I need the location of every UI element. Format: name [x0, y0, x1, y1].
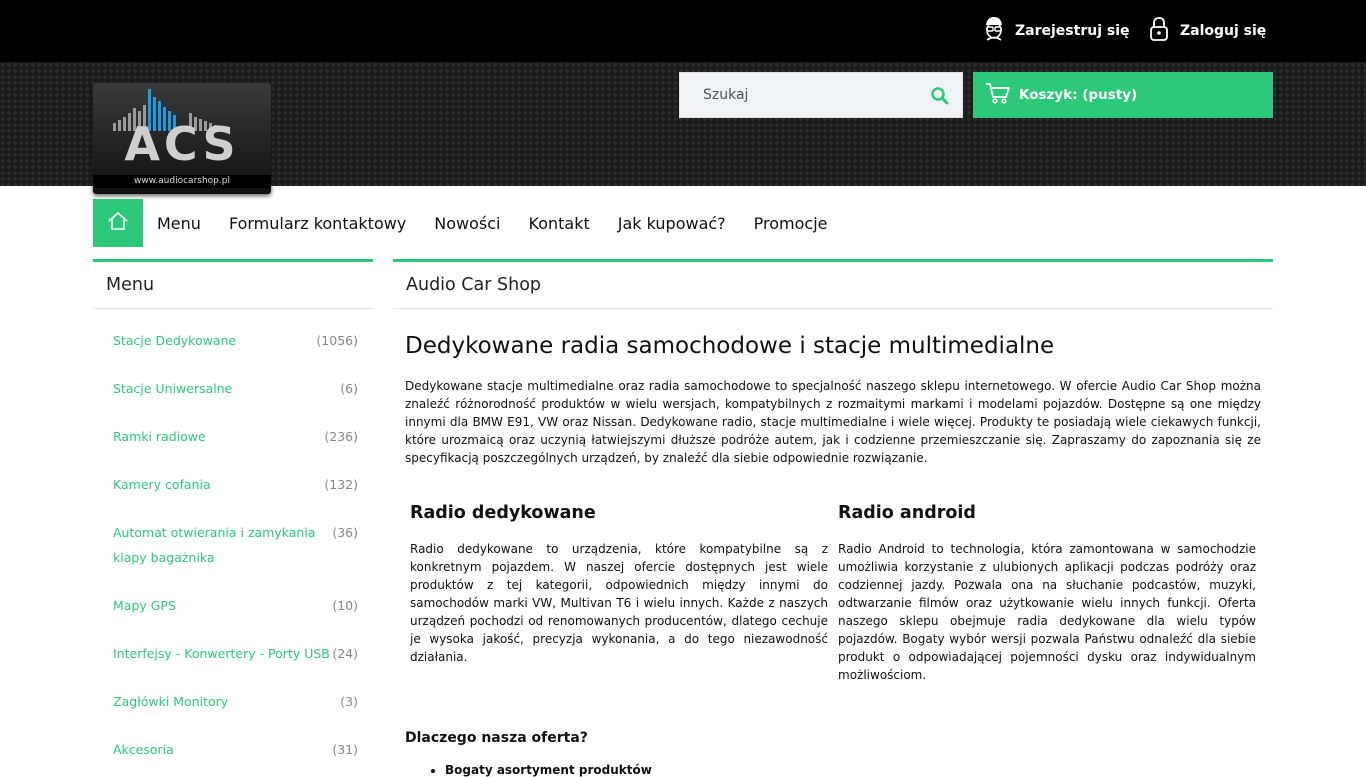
bullet-item: Bogaty asortyment produktów [445, 763, 1261, 777]
cart-icon [973, 81, 1019, 109]
lock-icon [1148, 16, 1180, 46]
category-count: (236) [324, 429, 358, 444]
category-item[interactable]: Zagłówki Monitory (3) [93, 678, 373, 726]
category-name: Stacje Dedykowane [113, 333, 237, 348]
search-icon[interactable] [930, 86, 950, 106]
nav-item-menu[interactable]: Menu [157, 214, 201, 233]
cart-label: Koszyk: (pusty) [1019, 87, 1138, 103]
feature-column-android: Radio android Radio Android to technolog… [833, 501, 1261, 684]
login-link[interactable]: Zaloguj się [1148, 17, 1266, 45]
why-heading: Dlaczego nasza oferta? [405, 730, 588, 746]
feature-title: Radio dedykowane [410, 503, 596, 523]
category-name: Zagłówki Monitory [113, 694, 229, 709]
nav-item-contact[interactable]: Kontakt [529, 214, 590, 233]
feature-text: Radio dedykowane to urządzenia, które ko… [410, 542, 828, 664]
logo[interactable]: ACS www.audiocarshop.pl [93, 83, 271, 194]
category-count: (36) [332, 525, 358, 540]
logo-url: www.audiocarshop.pl [93, 175, 271, 188]
feature-columns: Radio dedykowane Radio dedykowane to urz… [405, 501, 1261, 684]
main-content: Audio Car Shop Dedykowane radia samochod… [393, 259, 1273, 777]
feature-column-dedicated: Radio dedykowane Radio dedykowane to urz… [405, 501, 833, 684]
logo-text: ACS [124, 117, 240, 171]
nav-item-news[interactable]: Nowości [434, 214, 500, 233]
article: Dedykowane radia samochodowe i stacje mu… [393, 309, 1273, 777]
category-item[interactable]: Kamery cofania (132) [93, 461, 373, 509]
category-item[interactable]: Mapy GPS (10) [93, 582, 373, 630]
page-title: Dedykowane radia samochodowe i stacje mu… [405, 333, 1055, 359]
category-item[interactable]: Interfejsy - Konwertery - Porty USB (24) [93, 630, 373, 678]
sidebar-title: Menu [93, 259, 373, 309]
category-list: Stacje Dedykowane (1056) Stacje Uniwersal… [93, 309, 373, 774]
sidebar: Menu Stacje Dedykowane (1056) Stacje Uniw… [93, 259, 373, 774]
search-input[interactable] [680, 73, 920, 117]
category-item[interactable]: Automat otwierania i zamykania klapy bag… [93, 509, 373, 582]
category-name: Automat otwierania i zamykania klapy bag… [113, 525, 316, 565]
category-name: Ramki radiowe [113, 429, 206, 444]
intro-text: Dedykowane stacje multimedialne oraz rad… [405, 379, 1261, 465]
nav-item-how-to-buy[interactable]: Jak kupować? [618, 214, 726, 233]
category-name: Kamery cofania [113, 477, 211, 492]
category-item[interactable]: Stacje Dedykowane (1056) [93, 317, 373, 365]
main-nav: Menu Formularz kontaktowy Nowości Kontak… [93, 199, 842, 247]
top-bar: Zarejestruj się Zaloguj się [0, 0, 1366, 62]
category-name: Akcesoria [113, 742, 174, 757]
home-button[interactable] [93, 199, 143, 247]
login-label: Zaloguj się [1180, 23, 1267, 39]
nav-item-contact-form[interactable]: Formularz kontaktowy [229, 214, 406, 233]
register-link[interactable]: Zarejestruj się [983, 17, 1130, 45]
category-name: Stacje Uniwersalne [113, 381, 233, 396]
search-box [679, 72, 963, 118]
cart-button[interactable]: Koszyk: (pusty) [973, 72, 1273, 118]
home-icon [107, 210, 129, 236]
category-name: Interfejsy - Konwertery - Porty USB [113, 646, 330, 661]
category-count: (132) [324, 477, 358, 492]
category-count: (31) [332, 742, 358, 757]
category-count: (3) [340, 694, 358, 709]
user-icon [983, 16, 1015, 46]
category-count: (6) [340, 381, 358, 396]
category-item[interactable]: Akcesoria (31) [93, 726, 373, 774]
category-count: (1056) [316, 333, 358, 348]
category-count: (10) [332, 598, 358, 613]
nav-item-promotions[interactable]: Promocje [754, 214, 828, 233]
category-item[interactable]: Stacje Uniwersalne (6) [93, 365, 373, 413]
feature-text: Radio Android to technologia, która zamo… [838, 542, 1256, 682]
register-label: Zarejestruj się [1015, 23, 1130, 39]
category-name: Mapy GPS [113, 598, 176, 613]
feature-title: Radio android [838, 503, 976, 523]
main-box-title: Audio Car Shop [393, 259, 1273, 309]
category-count: (24) [332, 646, 358, 661]
category-item[interactable]: Ramki radiowe (236) [93, 413, 373, 461]
